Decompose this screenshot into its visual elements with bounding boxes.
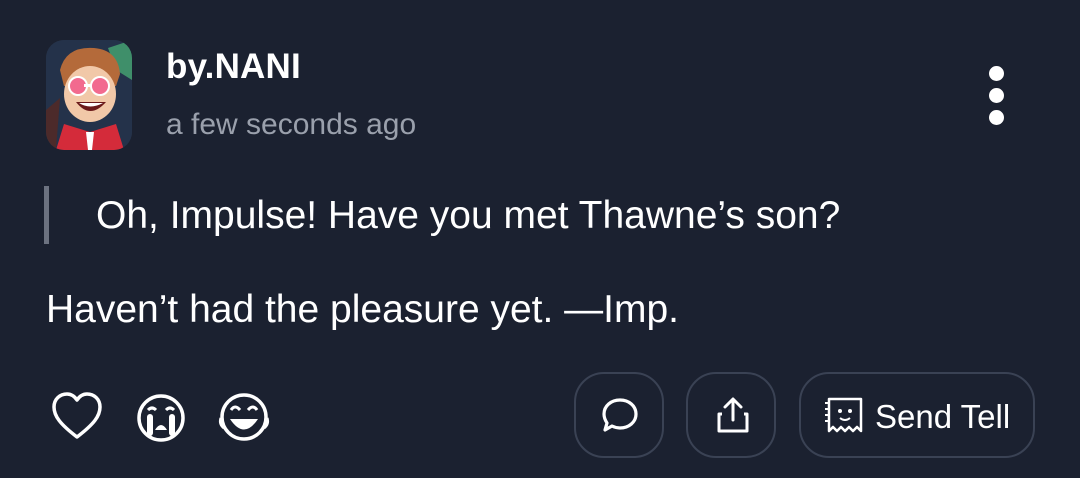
cry-reaction-button[interactable]	[132, 388, 190, 446]
like-button[interactable]	[48, 388, 106, 446]
more-dot-icon	[989, 66, 1004, 81]
quote-bar	[44, 186, 49, 244]
share-icon	[717, 397, 749, 433]
share-button[interactable]	[686, 372, 776, 458]
avatar-image	[46, 40, 132, 150]
post-timestamp: a few seconds ago	[166, 108, 417, 141]
send-tell-button[interactable]: Send Tell	[799, 372, 1035, 458]
laugh-reaction-button[interactable]	[215, 388, 273, 446]
quoted-text: Oh, Impulse! Have you met Thawne’s son?	[96, 194, 841, 237]
heart-icon	[52, 392, 102, 439]
more-dot-icon	[989, 110, 1004, 125]
comment-icon	[602, 398, 638, 432]
comment-button[interactable]	[574, 372, 664, 458]
laughing-face-icon	[218, 393, 270, 441]
avatar[interactable]	[46, 40, 132, 150]
send-tell-label: Send Tell	[875, 398, 1011, 435]
reply-text: Haven’t had the pleasure yet. —Imp.	[46, 288, 680, 331]
post-card: by.NANI a few seconds ago Oh, Impulse! H…	[0, 0, 1080, 478]
author-name[interactable]: by.NANI	[166, 47, 301, 87]
more-dot-icon	[989, 88, 1004, 103]
ghost-note-icon	[825, 397, 863, 433]
crying-face-icon	[137, 394, 185, 442]
more-options-button[interactable]	[976, 62, 1018, 130]
